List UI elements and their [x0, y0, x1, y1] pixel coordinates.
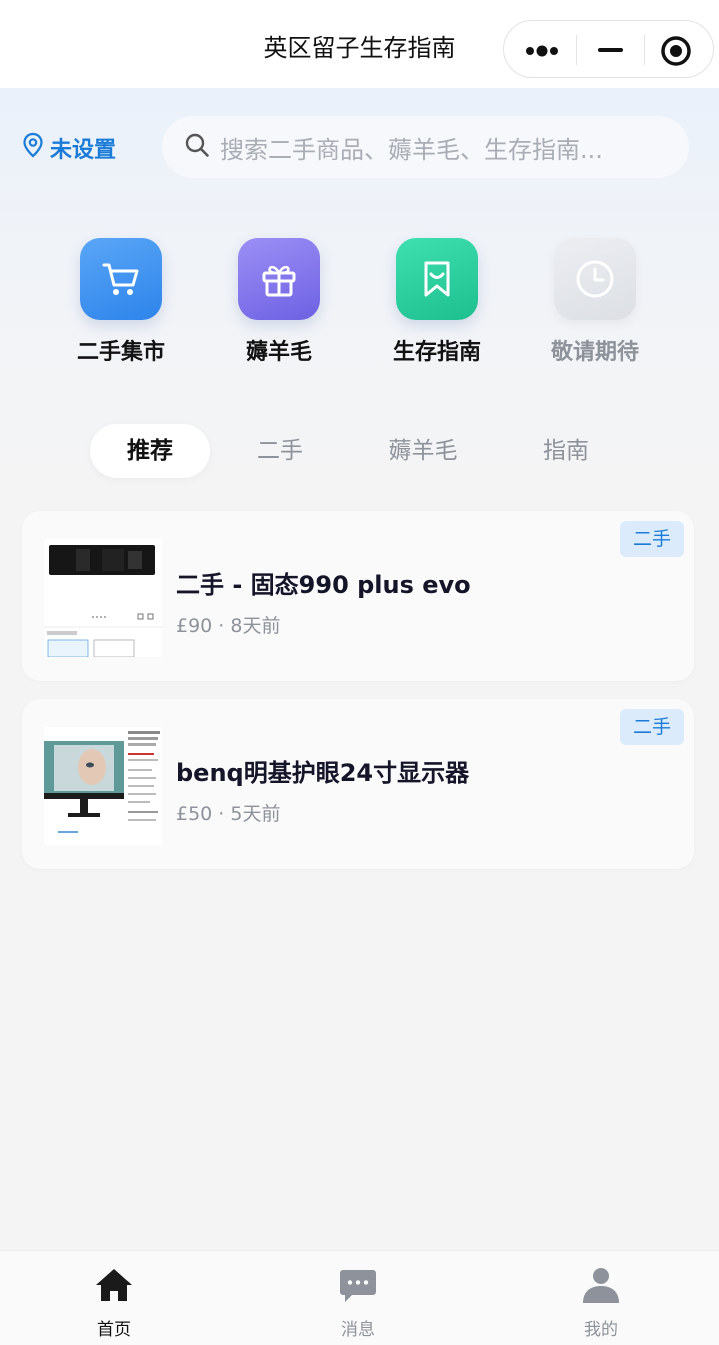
tab-guide[interactable]: 指南 — [518, 424, 614, 478]
tab-recommended[interactable]: 推荐 — [90, 424, 210, 478]
gift-icon — [238, 238, 320, 320]
nav-label: 消息 — [341, 1320, 375, 1340]
message-icon — [338, 1270, 378, 1309]
user-icon — [581, 1268, 621, 1309]
listing-meta: £50 · 5天前 — [176, 803, 281, 825]
nav-item-messages[interactable]: 消息 — [308, 1265, 408, 1340]
quick-action-label: 二手集市 — [76, 340, 165, 365]
minimize-icon[interactable] — [576, 21, 644, 79]
tab-secondhand[interactable]: 二手 — [232, 424, 328, 478]
quick-action-label: 薅羊毛 — [245, 340, 312, 365]
location-label: 未设置 — [50, 138, 117, 163]
listing-title: benq明基护眼24寸显示器 — [176, 759, 470, 787]
miniprogram-capsule — [503, 20, 714, 78]
bookmark-icon — [396, 238, 478, 320]
title-bar: 英区留子生存指南 — [0, 0, 719, 88]
listing-card[interactable]: benq明基护眼24寸显示器 £50 · 5天前 二手 — [22, 699, 694, 869]
nav-label: 首页 — [97, 1320, 131, 1340]
listing-meta: £90 · 8天前 — [176, 615, 281, 637]
bottom-navigation: 首页 消息 我的 — [0, 1250, 719, 1345]
home-icon — [94, 1269, 134, 1309]
location-pin-icon — [22, 132, 50, 164]
more-dots-icon[interactable] — [504, 21, 576, 79]
clock-icon — [554, 238, 636, 320]
location-selector[interactable]: 未设置 — [22, 128, 116, 168]
nav-item-profile[interactable]: 我的 — [551, 1265, 651, 1340]
quick-action-secondhand-market[interactable]: 二手集市 — [71, 238, 171, 366]
target-close-icon[interactable] — [644, 21, 714, 79]
category-badge: 二手 — [620, 709, 684, 745]
nav-item-home[interactable]: 首页 — [64, 1265, 164, 1340]
quick-action-coming-soon: 敬请期待 — [545, 238, 645, 366]
nav-label: 我的 — [584, 1320, 618, 1340]
search-placeholder: 搜索二手商品、薅羊毛、生存指南... — [220, 135, 603, 164]
tab-deals[interactable]: 薅羊毛 — [370, 424, 476, 478]
quick-action-label: 生存指南 — [392, 340, 481, 365]
quick-action-survival-guide[interactable]: 生存指南 — [387, 238, 487, 366]
category-badge: 二手 — [620, 521, 684, 557]
listing-card[interactable]: 二手 - 固态990 plus evo £90 · 8天前 二手 — [22, 511, 694, 681]
listing-title: 二手 - 固态990 plus evo — [176, 571, 471, 599]
quick-action-label: 敬请期待 — [550, 340, 639, 365]
monitor-product-thumbnail — [44, 727, 162, 845]
ssd-product-thumbnail — [44, 539, 162, 657]
search-icon — [184, 132, 210, 162]
search-input[interactable]: 搜索二手商品、薅羊毛、生存指南... — [162, 116, 689, 178]
quick-action-deals[interactable]: 薅羊毛 — [229, 238, 329, 366]
shopping-cart-icon — [80, 238, 162, 320]
